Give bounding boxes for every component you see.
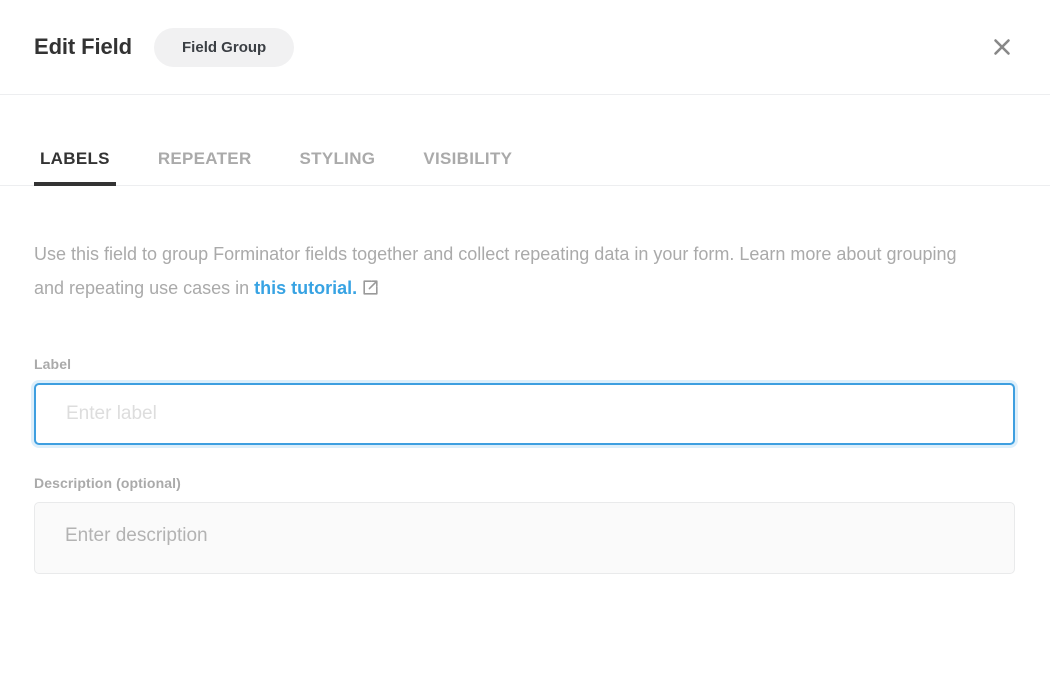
tab-repeater[interactable]: REPEATER xyxy=(152,95,258,185)
modal-body: Use this field to group Forminator field… xyxy=(0,186,1050,574)
tab-visibility[interactable]: VISIBILITY xyxy=(417,95,518,185)
tab-labels[interactable]: LABELS xyxy=(34,95,116,185)
edit-field-modal: Edit Field Field Group LABELS REPEATER S… xyxy=(0,0,1050,694)
tabs-bar: LABELS REPEATER STYLING VISIBILITY xyxy=(0,95,1050,186)
tutorial-link[interactable]: this tutorial. xyxy=(254,278,357,298)
intro-description: Use this field to group Forminator field… xyxy=(34,186,989,305)
tab-list: LABELS REPEATER STYLING VISIBILITY xyxy=(34,95,518,185)
tab-styling[interactable]: STYLING xyxy=(294,95,382,185)
page-title: Edit Field xyxy=(34,36,132,58)
label-input[interactable] xyxy=(34,383,1015,445)
close-button[interactable] xyxy=(982,27,1022,67)
description-field-label: Description (optional) xyxy=(34,475,1016,491)
modal-header: Edit Field Field Group xyxy=(0,0,1050,95)
intro-text-main: Use this field to group Forminator field… xyxy=(34,244,957,298)
description-field-block: Description (optional) xyxy=(34,475,1016,574)
close-icon xyxy=(990,35,1014,59)
label-field-block: Label xyxy=(34,356,1016,445)
external-link-icon[interactable] xyxy=(362,279,379,296)
field-type-badge: Field Group xyxy=(154,28,294,67)
label-field-label: Label xyxy=(34,356,1016,372)
description-input[interactable] xyxy=(34,502,1015,574)
